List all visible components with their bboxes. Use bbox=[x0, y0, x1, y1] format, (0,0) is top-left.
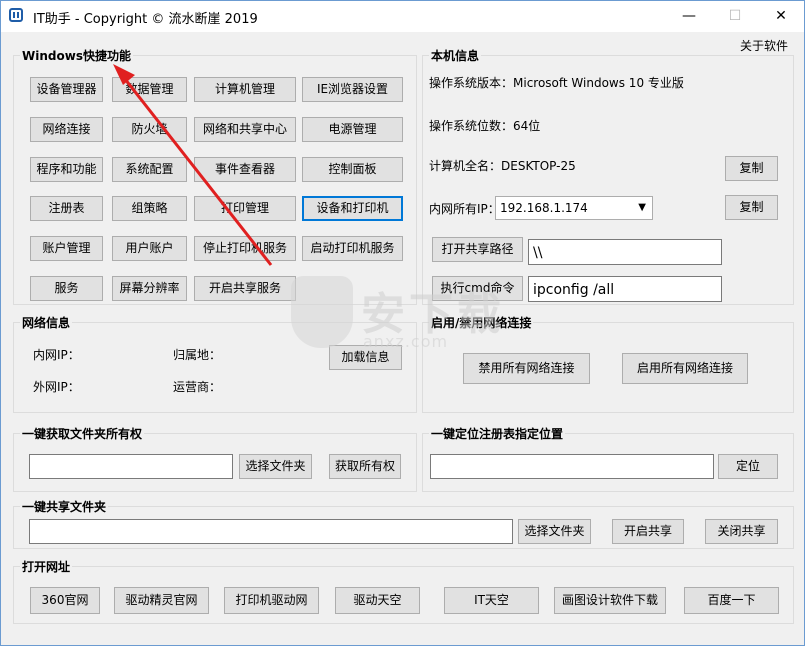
isp-label: 运营商： bbox=[173, 380, 222, 394]
devices-printers-button[interactable]: 设备和打印机 bbox=[302, 196, 403, 221]
disable-share-button[interactable]: 关闭共享 bbox=[705, 519, 778, 544]
share-folder-legend: 一键共享文件夹 bbox=[22, 500, 107, 514]
ownership-choose-folder-button[interactable]: 选择文件夹 bbox=[239, 454, 312, 479]
window-title: IT助手 - Copyright © 流水断崖 2019 bbox=[33, 12, 258, 27]
printer-driver-site-button[interactable]: 打印机驱动网 bbox=[224, 587, 319, 614]
maximize-button[interactable]: ☐ bbox=[712, 1, 758, 32]
close-button[interactable]: ✕ bbox=[758, 1, 804, 32]
start-print-service-button[interactable]: 启动打印机服务 bbox=[302, 236, 403, 261]
share-path-input[interactable]: \\ bbox=[528, 239, 722, 265]
enable-share-service-button[interactable]: 开启共享服务 bbox=[194, 276, 296, 301]
registry-legend: 一键定位注册表指定位置 bbox=[431, 427, 564, 441]
take-ownership-button[interactable]: 获取所有权 bbox=[329, 454, 401, 479]
enable-share-button[interactable]: 开启共享 bbox=[612, 519, 684, 544]
user-accounts-button[interactable]: 用户账户 bbox=[112, 236, 187, 261]
screen-resolution-button[interactable]: 屏幕分辨率 bbox=[112, 276, 187, 301]
baidu-site-button[interactable]: 百度一下 bbox=[684, 587, 779, 614]
stop-print-service-button[interactable]: 停止打印机服务 bbox=[194, 236, 296, 261]
group-policy-button[interactable]: 组策略 bbox=[112, 196, 187, 221]
registry-locate-button[interactable]: 定位 bbox=[718, 454, 778, 479]
system-config-button[interactable]: 系统配置 bbox=[112, 157, 187, 182]
open-share-path-button[interactable]: 打开共享路径 bbox=[432, 237, 523, 262]
control-panel-button[interactable]: 控制面板 bbox=[302, 157, 403, 182]
it-sky-site-button[interactable]: IT天空 bbox=[444, 587, 539, 614]
services-button[interactable]: 服务 bbox=[30, 276, 103, 301]
enable-all-network-button[interactable]: 启用所有网络连接 bbox=[622, 353, 748, 384]
main-window: IT助手 - Copyright © 流水断崖 2019 — ☐ ✕ 关于软件 … bbox=[0, 0, 805, 646]
network-info-legend: 网络信息 bbox=[22, 316, 71, 330]
shield-icon bbox=[291, 276, 353, 348]
app-icon bbox=[9, 8, 23, 22]
ip-select[interactable]: 192.168.1.174 ▼ bbox=[495, 196, 653, 220]
computer-name-label: 计算机全名：DESKTOP-25 bbox=[429, 159, 576, 173]
account-management-button[interactable]: 账户管理 bbox=[30, 236, 103, 261]
360-site-button[interactable]: 360官网 bbox=[30, 587, 100, 614]
network-sharing-center-button[interactable]: 网络和共享中心 bbox=[194, 117, 296, 142]
registry-path-input[interactable] bbox=[430, 454, 714, 479]
registry-editor-button[interactable]: 注册表 bbox=[30, 196, 103, 221]
chevron-down-icon: ▼ bbox=[638, 202, 646, 213]
data-management-button[interactable]: 数据管理 bbox=[112, 77, 187, 102]
local-info-legend: 本机信息 bbox=[431, 49, 480, 63]
share-folder-input[interactable] bbox=[29, 519, 513, 544]
os-bits-label: 操作系统位数：64位 bbox=[429, 119, 541, 133]
share-choose-folder-button[interactable]: 选择文件夹 bbox=[518, 519, 591, 544]
title-bar[interactable]: IT助手 - Copyright © 流水断崖 2019 — ☐ ✕ bbox=[1, 1, 804, 32]
event-viewer-button[interactable]: 事件查看器 bbox=[194, 157, 296, 182]
urls-legend: 打开网址 bbox=[22, 560, 71, 574]
programs-features-button[interactable]: 程序和功能 bbox=[30, 157, 103, 182]
firewall-button[interactable]: 防火墙 bbox=[112, 117, 187, 142]
minimize-button[interactable]: — bbox=[666, 1, 712, 32]
power-management-button[interactable]: 电源管理 bbox=[302, 117, 403, 142]
watermark: 安下载 anxz.com bbox=[291, 276, 511, 366]
design-software-site-button[interactable]: 画图设计软件下载 bbox=[554, 587, 666, 614]
drivergenius-site-button[interactable]: 驱动精灵官网 bbox=[114, 587, 209, 614]
driver-sky-site-button[interactable]: 驱动天空 bbox=[335, 587, 420, 614]
os-version-label: 操作系统版本：Microsoft Windows 10 专业版 bbox=[429, 76, 684, 90]
ownership-folder-input[interactable] bbox=[29, 454, 233, 479]
ip-select-value: 192.168.1.174 bbox=[500, 201, 588, 215]
copy-computer-name-button[interactable]: 复制 bbox=[725, 156, 778, 181]
lan-ip-info-label: 内网IP： bbox=[33, 348, 80, 362]
shortcuts-legend: Windows快捷功能 bbox=[22, 49, 131, 63]
print-management-button[interactable]: 打印管理 bbox=[194, 196, 296, 221]
cmd-input[interactable]: ipconfig /all bbox=[528, 276, 722, 302]
location-label: 归属地： bbox=[173, 348, 222, 362]
computer-management-button[interactable]: 计算机管理 bbox=[194, 77, 296, 102]
wan-ip-label: 外网IP： bbox=[33, 380, 80, 394]
network-connections-button[interactable]: 网络连接 bbox=[30, 117, 103, 142]
ie-settings-button[interactable]: IE浏览器设置 bbox=[302, 77, 403, 102]
ownership-legend: 一键获取文件夹所有权 bbox=[22, 427, 143, 441]
watermark-subtext: anxz.com bbox=[363, 332, 449, 351]
device-manager-button[interactable]: 设备管理器 bbox=[30, 77, 103, 102]
copy-ip-button[interactable]: 复制 bbox=[725, 195, 778, 220]
lan-ip-label: 内网所有IP： bbox=[429, 202, 500, 216]
